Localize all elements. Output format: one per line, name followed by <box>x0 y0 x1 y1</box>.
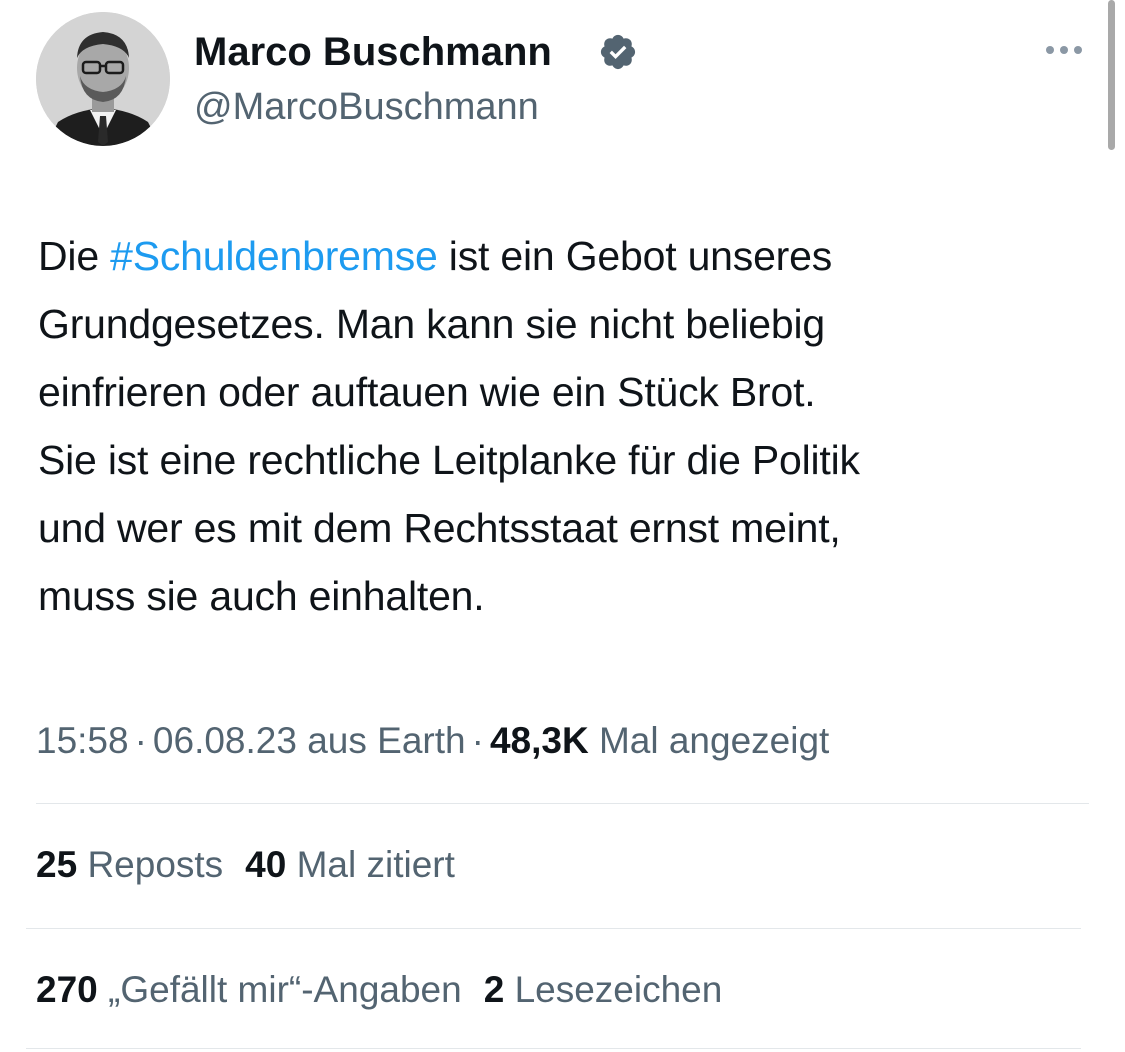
more-dots-icon[interactable] <box>1036 34 1092 66</box>
likes-count: 270 <box>36 969 98 1010</box>
hashtag-link[interactable]: #Schuldenbremse <box>110 233 438 279</box>
tweet-text-segment: Die <box>38 233 111 279</box>
likes-label: „Gefällt mir“-Angaben <box>108 969 462 1010</box>
quotes-count: 40 <box>245 844 287 885</box>
divider <box>26 928 1081 929</box>
tweet-text-segment: ist ein Gebot unseres <box>437 233 833 279</box>
bookmarks-count: 2 <box>483 969 505 1010</box>
tweet-text-line: Grundgesetzes. Man kann sie nicht belieb… <box>38 301 826 347</box>
divider <box>36 803 1089 804</box>
tweet-text-line: einfrieren oder auftauen wie ein Stück B… <box>38 369 816 415</box>
avatar-photo <box>36 12 170 146</box>
meta-separator: · <box>471 720 484 761</box>
tweet-meta: 15:58 · 06.08.23 aus Earth · 48,3K Mal angez… <box>36 714 829 768</box>
author-handle[interactable]: @MarcoBuschmann <box>194 84 539 130</box>
quotes-stat[interactable]: 40 Mal zitiert <box>245 844 455 885</box>
tweet-text-line: Sie ist eine rechtliche Leitplanke für d… <box>38 437 860 483</box>
bookmarks-stat[interactable]: 2 Lesezeichen <box>484 969 723 1010</box>
tweet-text: Die #Schuldenbremse ist ein Gebot unsere… <box>38 222 1098 630</box>
tweet-text-line: und wer es mit dem Rechtsstaat ernst mei… <box>38 505 841 551</box>
avatar[interactable] <box>36 12 170 146</box>
bookmarks-label: Lesezeichen <box>514 969 723 1010</box>
reposts-label: Reposts <box>87 844 224 885</box>
tweet-text-line: Die #Schuldenbremse ist ein Gebot unsere… <box>38 222 1098 290</box>
stats-row-likes: 270 „Gefällt mir“-Angaben 2 Lesezeichen <box>36 965 744 1015</box>
tweet-date-source[interactable]: 06.08.23 aus Earth <box>153 720 466 761</box>
meta-separator: · <box>134 720 147 761</box>
quotes-label: Mal zitiert <box>296 844 455 885</box>
likes-stat[interactable]: 270 „Gefällt mir“-Angaben <box>36 969 462 1010</box>
author-display-name[interactable]: Marco Buschmann <box>194 28 552 76</box>
views-label: Mal angezeigt <box>598 720 830 761</box>
scrollbar[interactable] <box>1108 0 1115 150</box>
tweet-text-line: muss sie auch einhalten. <box>38 573 485 619</box>
reposts-count: 25 <box>36 844 78 885</box>
views-count: 48,3K <box>489 720 589 761</box>
verified-badge-icon <box>600 34 636 70</box>
tweet-detail: Marco Buschmann @MarcoBuschmann Die #Sch… <box>0 0 1125 1052</box>
stats-row-engagement: 25 Reposts 40 Mal zitiert <box>36 840 477 890</box>
tweet-time[interactable]: 15:58 <box>36 720 129 761</box>
reposts-stat[interactable]: 25 Reposts <box>36 844 223 885</box>
divider <box>26 1048 1081 1049</box>
